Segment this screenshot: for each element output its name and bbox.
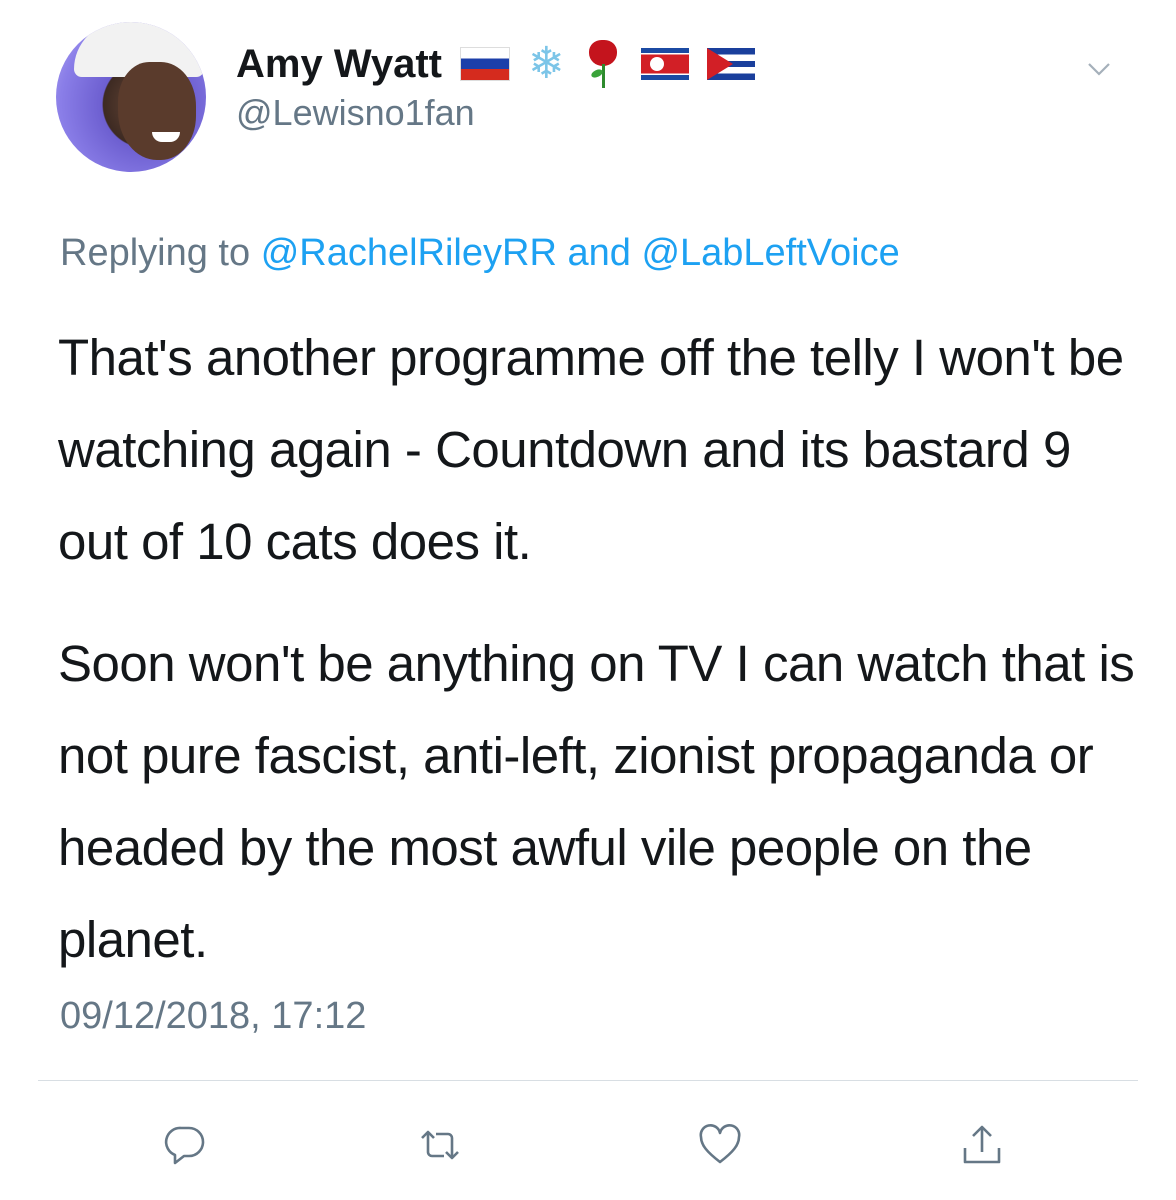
snowflake-icon: ❄ xyxy=(527,39,565,88)
mention-joiner: and xyxy=(567,232,631,274)
tweet-paragraph-2: Soon won't be anything on TV I can watch… xyxy=(58,635,1135,968)
avatar-face xyxy=(118,62,196,160)
tweet-body: That's another programme off the telly I… xyxy=(58,312,1138,986)
share-icon xyxy=(963,1125,1001,1164)
display-name[interactable]: Amy Wyatt xyxy=(236,42,442,87)
chevron-down-icon[interactable] xyxy=(1086,56,1112,82)
like-icon xyxy=(699,1124,741,1164)
mention-link-1[interactable]: @RachelRileyRR xyxy=(261,232,557,274)
mention-link-2[interactable]: @LabLeftVoice xyxy=(641,232,899,274)
share-button[interactable] xyxy=(952,1115,1012,1175)
russia-flag-icon xyxy=(459,47,510,81)
reply-icon xyxy=(164,1126,205,1165)
retweet-button[interactable] xyxy=(410,1115,470,1175)
timestamp[interactable]: 09/12/2018, 17:12 xyxy=(60,995,366,1038)
retweet-icon xyxy=(421,1130,459,1160)
replying-to: Replying to @RachelRileyRR and @LabLeftV… xyxy=(60,232,900,275)
reply-button[interactable] xyxy=(155,1115,215,1175)
north-korea-flag-icon xyxy=(640,48,689,80)
replying-to-label: Replying to xyxy=(60,232,251,274)
tweet-paragraph-1: That's another programme off the telly I… xyxy=(58,329,1124,570)
user-handle[interactable]: @Lewisno1fan xyxy=(236,92,475,134)
cuba-flag-icon xyxy=(706,48,755,80)
divider xyxy=(38,1080,1138,1081)
name-row: Amy Wyatt ❄ xyxy=(236,38,755,90)
avatar[interactable] xyxy=(56,22,206,172)
rose-icon xyxy=(583,40,623,88)
like-button[interactable] xyxy=(690,1115,750,1175)
